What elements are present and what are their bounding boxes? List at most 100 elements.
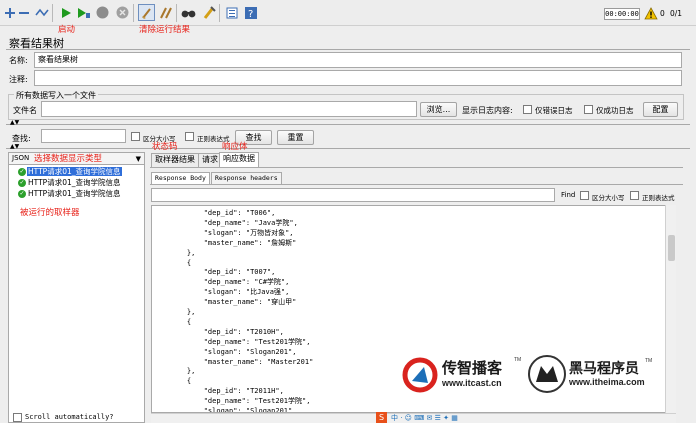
response-line: { bbox=[170, 377, 192, 386]
response-case-label: 区分大小写 bbox=[592, 194, 625, 202]
annotation-select-display-type: 选择数据显示类型 bbox=[34, 154, 103, 164]
vertical-scrollbar[interactable] bbox=[665, 205, 676, 413]
regex-checkbox[interactable] bbox=[185, 132, 194, 141]
name-field[interactable]: 察看结果树 bbox=[34, 52, 682, 68]
response-line: }, bbox=[170, 248, 196, 257]
itcast-name: 传智播客 bbox=[442, 360, 503, 377]
elapsed-timer: 00:00:00 bbox=[604, 8, 640, 20]
itcast-tm: TM bbox=[514, 357, 522, 363]
chevron-down-icon: ▼ bbox=[135, 155, 141, 163]
itheima-name: 黑马程序员 bbox=[569, 360, 639, 376]
response-line: { bbox=[170, 258, 192, 267]
response-line: { bbox=[170, 317, 192, 326]
response-line: "master_name": "Master201" bbox=[170, 357, 314, 366]
renderer-selected-value: JSON bbox=[12, 154, 30, 162]
function-helper-icon[interactable] bbox=[224, 5, 239, 20]
response-line: }, bbox=[170, 308, 196, 316]
response-regex-label: 正则表达式 bbox=[642, 194, 675, 202]
itheima-url: www.itheima.com bbox=[569, 377, 645, 387]
tab-sampler-result[interactable]: 取样器结果 bbox=[151, 153, 199, 167]
success-shield-icon: ✓ bbox=[18, 168, 26, 176]
response-line: "dep_name": "C#学院", bbox=[170, 278, 290, 287]
response-line: "dep_id": "T006", bbox=[170, 209, 276, 217]
tab-response-data[interactable]: 响应数据 bbox=[219, 152, 259, 167]
errors-only-label: 仅错误日志 bbox=[535, 106, 573, 115]
tree-item-label: HTTP请求01_查询学院信息 bbox=[27, 167, 122, 176]
success-shield-icon: ✓ bbox=[18, 190, 26, 198]
response-find-label: Find bbox=[561, 191, 576, 199]
response-line: "dep_id": "T2011H", bbox=[170, 387, 284, 396]
collapse-icon[interactable] bbox=[16, 5, 31, 20]
reset-search-icon[interactable] bbox=[201, 5, 216, 20]
errors-only-checkbox[interactable] bbox=[523, 105, 532, 114]
scroll-auto-checkbox[interactable] bbox=[13, 413, 22, 422]
tree-item[interactable]: ✓ HTTP请求01_查询学院信息 bbox=[18, 167, 122, 177]
scroll-auto-label: Scroll automatically? bbox=[25, 413, 114, 421]
response-line: "slogan": "比Java强", bbox=[170, 288, 290, 297]
comment-label: 注释: bbox=[9, 75, 28, 84]
itcast-url: www.itcast.cn bbox=[442, 378, 502, 388]
response-line: "slogan": "Slogan201", bbox=[170, 347, 297, 356]
filename-label: 文件名 bbox=[13, 106, 37, 115]
search-icon[interactable] bbox=[181, 5, 196, 20]
itheima-tm: TM bbox=[645, 358, 653, 364]
tree-item[interactable]: ✓ HTTP请求01_查询学院信息 bbox=[18, 189, 122, 199]
success-only-checkbox[interactable] bbox=[584, 105, 593, 114]
case-sensitive-checkbox[interactable] bbox=[131, 132, 140, 141]
annotation-status-code: 状态码 bbox=[152, 142, 178, 152]
thread-count: 0/1 bbox=[670, 9, 683, 18]
response-line: "master_name": "穿山甲" bbox=[170, 298, 297, 307]
configure-button[interactable]: 配置 bbox=[643, 102, 678, 117]
warning-count-value: 0 bbox=[660, 9, 665, 18]
tree-item[interactable]: ✓ HTTP请求01_查询学院信息 bbox=[18, 178, 122, 188]
splitter-arrows-icon-2[interactable]: ▲▼ bbox=[10, 143, 19, 150]
response-line: "dep_name": "Test201学院", bbox=[170, 337, 311, 346]
browse-button[interactable]: 浏览... bbox=[420, 102, 457, 117]
ime-icons[interactable]: 中 · ☺ ⌨ ✉ ☰ ✦ ▦ bbox=[391, 413, 458, 423]
expand-icon[interactable] bbox=[2, 5, 17, 20]
start-icon[interactable] bbox=[58, 5, 73, 20]
ime-logo-icon[interactable]: S bbox=[376, 412, 387, 423]
tree-item-label: HTTP请求01_查询学院信息 bbox=[28, 189, 121, 198]
annotation-clear-results: 清除运行结果 bbox=[139, 25, 191, 35]
success-only-label: 仅成功日志 bbox=[596, 106, 634, 115]
tab-response-body[interactable]: Response Body bbox=[151, 172, 210, 184]
stop-icon[interactable] bbox=[95, 5, 110, 20]
response-line: "dep_name": "Test201学院", bbox=[170, 397, 311, 406]
toolbar: ? 00:00:00 0 0/1 bbox=[0, 0, 696, 26]
ime-toolbar: S 中 · ☺ ⌨ ✉ ☰ ✦ ▦ bbox=[376, 412, 496, 423]
itheima-logo-icon bbox=[528, 355, 566, 393]
clear-icon[interactable] bbox=[138, 4, 155, 21]
response-regex-checkbox[interactable] bbox=[630, 191, 639, 200]
annotation-executed-samplers: 被运行的取样器 bbox=[20, 208, 80, 218]
name-label: 名称: bbox=[9, 56, 28, 65]
svg-text:?: ? bbox=[248, 9, 253, 19]
clear-all-icon[interactable] bbox=[158, 5, 173, 20]
tab-response-headers[interactable]: Response headers bbox=[211, 172, 282, 184]
scrollbar-thumb[interactable] bbox=[668, 235, 675, 261]
warning-count: 0 bbox=[660, 9, 665, 18]
shutdown-icon[interactable] bbox=[115, 5, 130, 20]
annotation-start: 启动 bbox=[58, 25, 76, 35]
search-input[interactable] bbox=[41, 129, 126, 143]
filename-field[interactable] bbox=[41, 101, 417, 117]
response-line: "dep_id": "T007", bbox=[170, 268, 276, 277]
response-line: "slogan": "万物皆对象", bbox=[170, 228, 294, 237]
itcast-logo-icon bbox=[402, 357, 438, 393]
annotation-response-body: 响应体 bbox=[222, 142, 248, 152]
start-no-pause-icon[interactable] bbox=[76, 5, 91, 20]
response-line: }, bbox=[170, 367, 196, 376]
response-line: "dep_id": "T2010H", bbox=[170, 327, 284, 336]
file-section-title: 所有数据写入一个文件 bbox=[14, 90, 98, 101]
success-shield-icon: ✓ bbox=[18, 179, 26, 187]
tree-item-label: HTTP请求01_查询学院信息 bbox=[28, 178, 121, 187]
response-line: "master_name": "詹姆斯" bbox=[170, 238, 297, 247]
warning-icon[interactable] bbox=[644, 7, 658, 22]
help-icon[interactable]: ? bbox=[243, 5, 258, 20]
response-case-checkbox[interactable] bbox=[580, 191, 589, 200]
toggle-icon[interactable] bbox=[34, 5, 49, 20]
splitter-arrows-icon[interactable]: ▲▼ bbox=[10, 119, 19, 126]
reset-button[interactable]: 重置 bbox=[277, 130, 314, 145]
comment-field[interactable] bbox=[34, 70, 682, 86]
response-find-input[interactable] bbox=[151, 188, 555, 202]
